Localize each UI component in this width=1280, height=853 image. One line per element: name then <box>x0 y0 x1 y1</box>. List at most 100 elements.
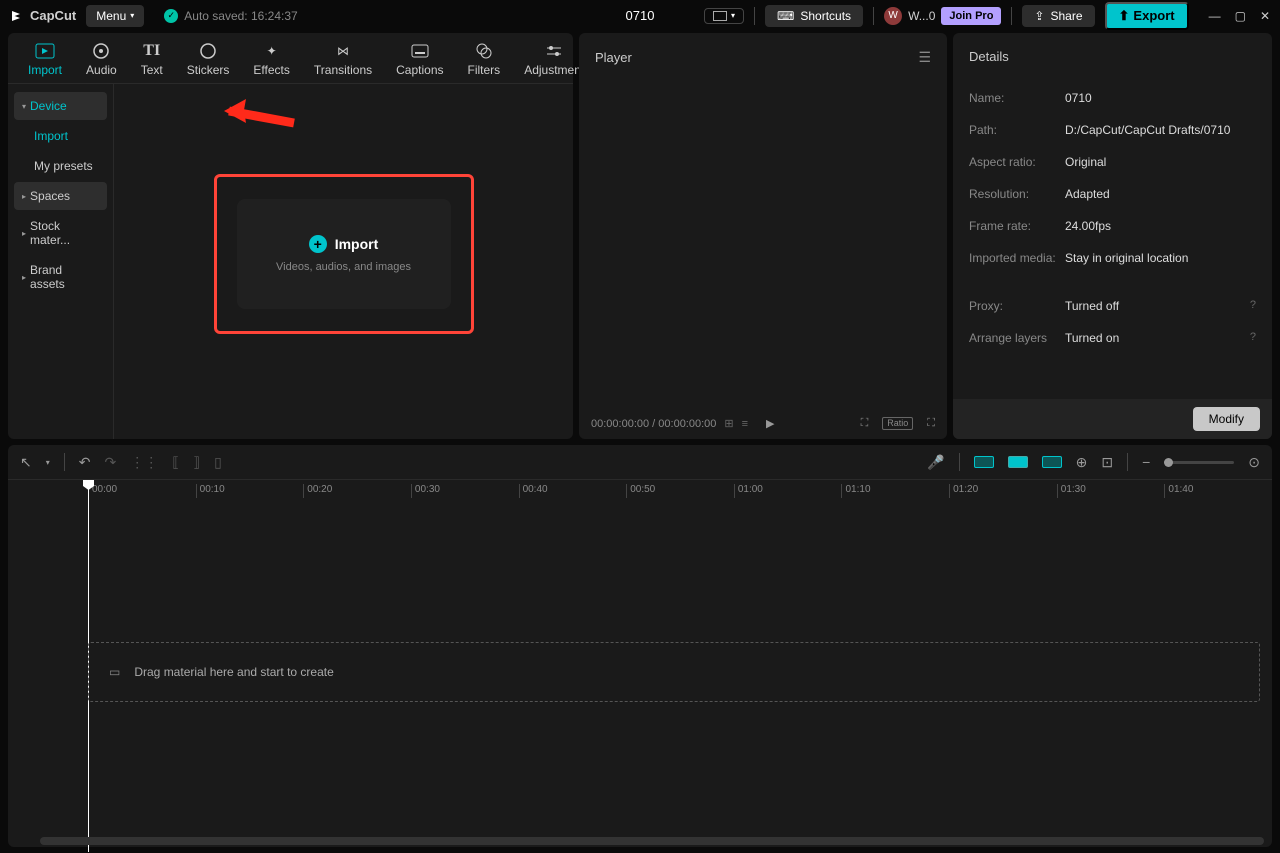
mic-icon[interactable]: 🎤 <box>927 454 944 471</box>
import-zone-area: + Import Videos, audios, and images <box>114 84 573 439</box>
details-panel: Details Name:0710 Path:D:/CapCut/CapCut … <box>953 33 1272 439</box>
close-button[interactable]: ✕ <box>1260 9 1270 23</box>
magnet-icon[interactable]: ⊕ <box>1076 454 1088 471</box>
app-logo: CapCut <box>10 8 76 24</box>
ruler-tick: 01:30 <box>1057 484 1165 498</box>
maximize-button[interactable]: ▢ <box>1235 9 1246 23</box>
player-menu-icon[interactable]: ☰ <box>918 49 931 66</box>
audio-icon <box>91 41 111 61</box>
sidebar-brand[interactable]: ▸ Brand assets <box>14 256 107 298</box>
sidebar-device[interactable]: ▾ Device <box>14 92 107 120</box>
caret-down-icon: ▾ <box>22 102 26 111</box>
shortcuts-button[interactable]: ⌨ Shortcuts <box>765 5 863 27</box>
effects-icon: ✦ <box>262 41 282 61</box>
detail-resolution: Resolution:Adapted <box>969 178 1256 210</box>
sidebar-presets[interactable]: My presets <box>14 152 107 180</box>
play-button[interactable]: ▶ <box>766 417 774 430</box>
ruler-tick: 01:00 <box>734 484 842 498</box>
ruler-tick: 00:10 <box>196 484 304 498</box>
chevron-down-icon[interactable]: ▾ <box>46 458 50 467</box>
horizontal-scrollbar[interactable] <box>40 837 1264 845</box>
timeline-ruler[interactable]: 00:00 00:10 00:20 00:30 00:40 00:50 01:0… <box>8 480 1272 502</box>
caret-right-icon: ▸ <box>22 192 26 201</box>
player-time: 00:00:00:00 / 00:00:00:00 <box>591 418 716 430</box>
fullscreen-icon[interactable]: ⛶ <box>927 417 935 430</box>
caret-right-icon: ▸ <box>22 273 26 282</box>
modify-button[interactable]: Modify <box>1193 407 1260 431</box>
tab-filters[interactable]: Filters <box>456 39 513 83</box>
check-icon: ✓ <box>164 9 178 23</box>
chevron-down-icon: ▾ <box>130 11 134 20</box>
filters-icon <box>474 41 494 61</box>
join-pro-badge[interactable]: Join Pro <box>941 7 1001 25</box>
ruler-tick: 00:50 <box>626 484 734 498</box>
red-arrow-annotation <box>224 99 304 129</box>
track-icon[interactable]: ⊡ <box>1101 454 1113 471</box>
plus-icon: + <box>309 235 327 253</box>
titlebar: CapCut Menu ▾ ✓ Auto saved: 16:24:37 071… <box>0 0 1280 31</box>
player-controls: 00:00:00:00 / 00:00:00:00 ⊞ ≡ ▶ ⛶ Ratio … <box>579 408 947 439</box>
import-subtitle: Videos, audios, and images <box>249 261 439 273</box>
split-tool[interactable]: ⋮⋮ <box>130 454 158 471</box>
app-name: CapCut <box>30 8 76 23</box>
trim-right-tool[interactable]: ⟧ <box>193 454 200 471</box>
menu-button[interactable]: Menu ▾ <box>86 5 144 27</box>
tab-transitions[interactable]: ⋈ Transitions <box>302 39 384 83</box>
trim-left-tool[interactable]: ⟦ <box>172 454 179 471</box>
ruler-tick: 01:10 <box>841 484 949 498</box>
list-icon[interactable]: ≡ <box>742 418 748 430</box>
minimize-button[interactable]: — <box>1209 9 1221 23</box>
media-sidebar: ▾ Device Import My presets ▸ Spaces ▸ St… <box>8 84 114 439</box>
project-title: 0710 <box>626 8 655 23</box>
clip-icon: ▭ <box>109 665 120 679</box>
delete-tool[interactable]: ▯ <box>214 454 222 471</box>
user-section[interactable]: W W...0 Join Pro <box>884 7 1001 25</box>
ratio-button[interactable]: Ratio <box>882 417 913 430</box>
sidebar-stock[interactable]: ▸ Stock mater... <box>14 212 107 254</box>
text-icon: TI <box>142 41 162 61</box>
export-button[interactable]: ⬆ Export <box>1105 2 1189 30</box>
ruler-tick: 00:00 <box>88 484 196 498</box>
top-tabs: Import Audio TI Text Stickers ✦ Effects … <box>8 33 573 84</box>
help-icon[interactable]: ? <box>1250 331 1256 345</box>
sidebar-import[interactable]: Import <box>14 122 107 150</box>
player-panel: Player ☰ 00:00:00:00 / 00:00:00:00 ⊞ ≡ ▶… <box>579 33 947 439</box>
help-icon[interactable]: ? <box>1250 299 1256 313</box>
player-viewport <box>579 78 947 408</box>
tab-captions[interactable]: Captions <box>384 39 455 83</box>
tab-import[interactable]: Import <box>16 39 74 83</box>
focus-icon[interactable]: ⛶ <box>861 417 869 430</box>
import-icon <box>35 41 55 61</box>
marker-tool-3[interactable] <box>1042 456 1062 468</box>
track-hint: Drag material here and start to create <box>134 665 333 679</box>
zoom-slider[interactable] <box>1164 461 1234 464</box>
user-name: W...0 <box>908 9 935 23</box>
share-icon: ⇪ <box>1034 9 1044 23</box>
share-button[interactable]: ⇪ Share <box>1022 5 1094 27</box>
player-title: Player <box>595 50 632 65</box>
tab-text[interactable]: TI Text <box>129 39 175 83</box>
undo-button[interactable]: ↶ <box>79 454 91 471</box>
zoom-fit-icon[interactable]: ⊙ <box>1248 454 1260 471</box>
detail-proxy: Proxy:Turned off? <box>969 290 1256 322</box>
stickers-icon <box>198 41 218 61</box>
adjustment-icon <box>544 41 564 61</box>
ruler-tick: 01:40 <box>1164 484 1272 498</box>
zoom-out-icon[interactable]: − <box>1142 454 1150 470</box>
grid-icon[interactable]: ⊞ <box>724 417 733 430</box>
track-dropzone[interactable]: ▭ Drag material here and start to create <box>88 642 1260 702</box>
ruler-tick: 00:30 <box>411 484 519 498</box>
detail-fps: Frame rate:24.00fps <box>969 210 1256 242</box>
marker-tool-1[interactable] <box>974 456 994 468</box>
tab-stickers[interactable]: Stickers <box>175 39 242 83</box>
cursor-tool[interactable]: ↖ <box>20 454 32 471</box>
marker-tool-2[interactable] <box>1008 456 1028 468</box>
import-dropzone[interactable]: + Import Videos, audios, and images <box>237 199 451 309</box>
sidebar-spaces[interactable]: ▸ Spaces <box>14 182 107 210</box>
aspect-ratio-button[interactable]: ▾ <box>704 8 744 24</box>
tab-effects[interactable]: ✦ Effects <box>241 39 301 83</box>
captions-icon <box>410 41 430 61</box>
redo-button[interactable]: ↷ <box>104 454 116 471</box>
tab-audio[interactable]: Audio <box>74 39 129 83</box>
user-avatar: W <box>884 7 902 25</box>
